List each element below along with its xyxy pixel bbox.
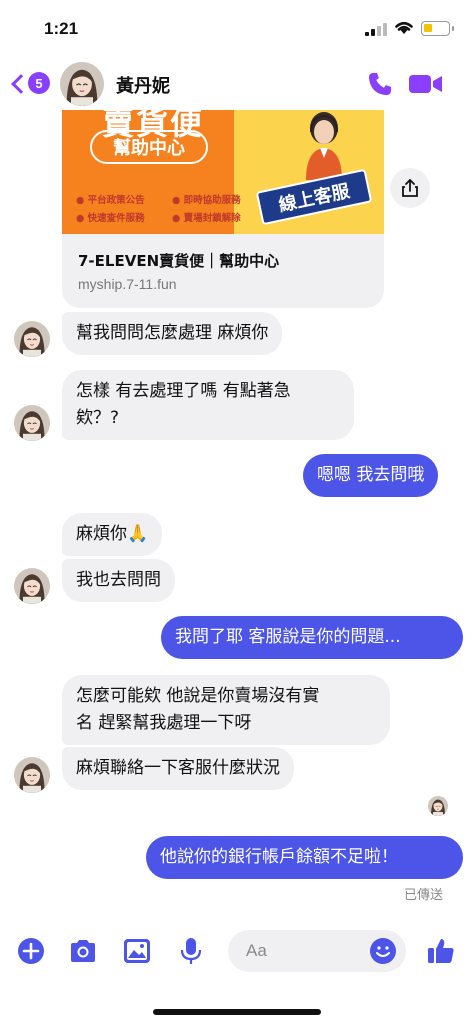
gallery-icon[interactable]: [122, 936, 152, 966]
video-call-icon[interactable]: [408, 70, 444, 98]
share-icon: [402, 179, 418, 197]
banner-help-center-pill: 幫助中心: [90, 130, 208, 164]
contact-name[interactable]: 黃丹妮: [116, 72, 170, 98]
share-button[interactable]: [390, 168, 430, 208]
message-outgoing[interactable]: 他說你的銀行帳戶餘額不足啦！: [146, 836, 463, 879]
home-indicator: [153, 1009, 321, 1015]
plus-icon[interactable]: [16, 936, 46, 966]
phone-call-icon[interactable]: [366, 70, 394, 98]
banner-features: ● 平台政策公告 ● 即時協助服務 ● 快速查件服務 ● 賣場封鎖解除: [76, 195, 241, 224]
message-outgoing[interactable]: 嗯嗯 我去問哦: [303, 454, 439, 497]
contact-avatar[interactable]: [60, 62, 104, 106]
customer-service-agent-illustration: [306, 112, 342, 180]
message-outgoing[interactable]: 我問了耶 客服說是你的問題...: [161, 616, 463, 659]
wifi-icon: [395, 21, 413, 34]
link-preview-title: 7-ELEVEN賣貨便｜幫助中心: [78, 252, 280, 270]
status-time: 1:21: [44, 19, 79, 38]
emoji-icon[interactable]: [370, 938, 396, 964]
battery-icon: [421, 21, 454, 36]
unread-count-badge: 5: [28, 72, 50, 94]
message-incoming[interactable]: 怎樣 有去處理了嗎 有點著急 欸？?: [62, 370, 354, 440]
link-preview-url: myship.7-11.fun: [78, 276, 177, 292]
message-input-placeholder: Aa: [246, 941, 267, 960]
status-bar: 1:21: [0, 0, 473, 56]
contact-avatar-small[interactable]: [14, 321, 50, 357]
thumbs-up-icon[interactable]: [426, 936, 456, 966]
message-incoming[interactable]: 麻煩聯絡一下客服什麼狀況: [62, 747, 294, 790]
contact-avatar-small[interactable]: [14, 568, 50, 604]
link-preview-banner: 賣貨便 幫助中心 ● 平台政策公告 ● 即時協助服務 ● 快速查件服務 ● 賣場封鎖…: [62, 110, 384, 234]
link-preview-card[interactable]: 賣貨便 幫助中心 ● 平台政策公告 ● 即時協助服務 ● 快速查件服務 ● 賣場封鎖…: [62, 110, 384, 308]
chat-header: 5 黃丹妮: [0, 56, 473, 110]
sent-status: 已傳送: [404, 888, 444, 903]
message-incoming[interactable]: 我也去問問: [62, 559, 175, 602]
contact-avatar-small[interactable]: [14, 757, 50, 793]
read-receipt-avatar: [428, 796, 448, 816]
message-input[interactable]: Aa: [228, 930, 406, 972]
microphone-icon[interactable]: [176, 936, 206, 966]
camera-icon[interactable]: [68, 936, 98, 966]
contact-avatar-small[interactable]: [14, 405, 50, 441]
message-incoming[interactable]: 怎麼可能欸 他說是你賣場沒有實 名 趕緊幫我處理一下呀: [62, 675, 390, 745]
message-composer: Aa: [0, 926, 473, 976]
message-incoming[interactable]: 麻煩你🙏: [62, 513, 163, 556]
message-incoming[interactable]: 幫我問問怎麼處理 麻煩你: [62, 312, 283, 355]
back-button[interactable]: 5: [10, 70, 50, 98]
signal-icon: [365, 23, 387, 36]
